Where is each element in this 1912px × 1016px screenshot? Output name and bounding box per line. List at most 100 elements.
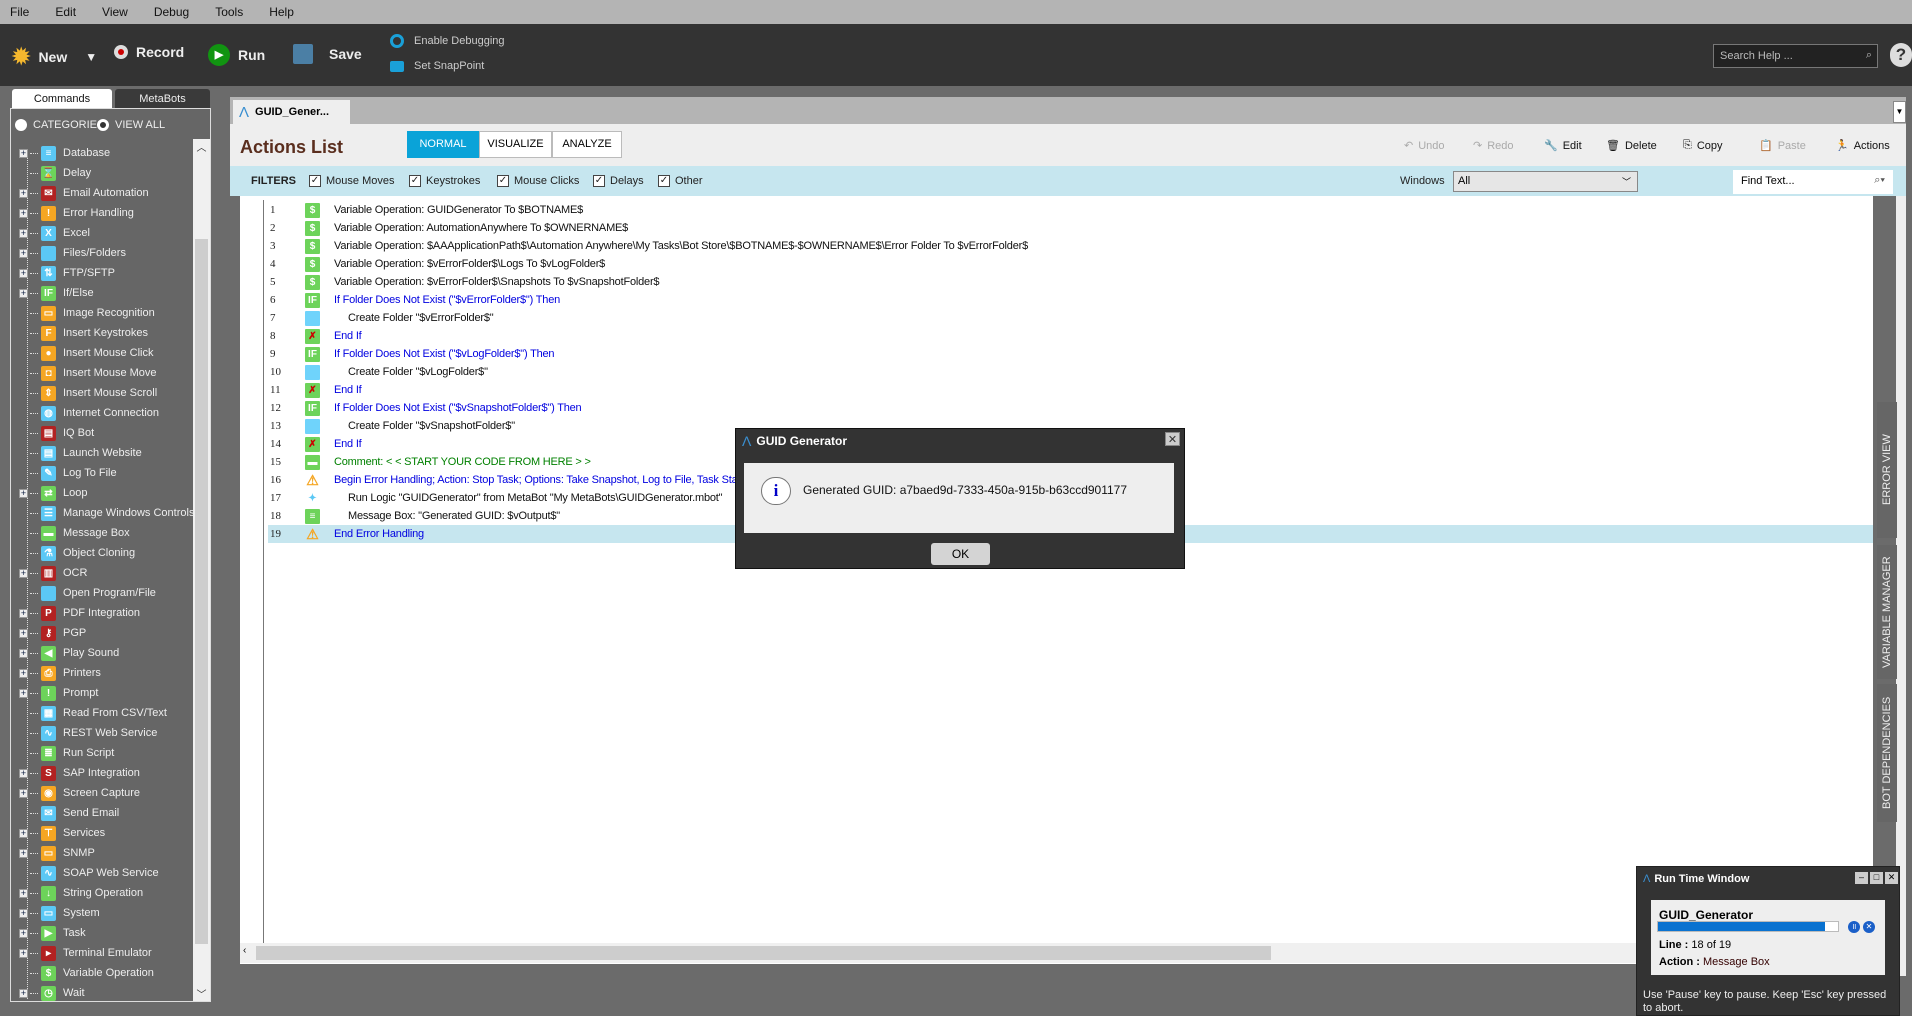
filter-checkbox[interactable]: ✓ Mouse Moves bbox=[309, 175, 394, 187]
category-item[interactable]: ☰ Manage Windows Controls bbox=[19, 503, 195, 523]
category-item[interactable]: + ◉ Screen Capture bbox=[19, 783, 195, 803]
category-item[interactable]: ⚗ Object Cloning bbox=[19, 543, 195, 563]
help-button[interactable]: ? bbox=[1890, 43, 1912, 67]
category-item[interactable]: + ≡ Database bbox=[19, 143, 195, 163]
category-item[interactable]: ▤ Launch Website bbox=[19, 443, 195, 463]
tab-metabots[interactable]: MetaBots bbox=[115, 89, 210, 109]
action-row[interactable]: 3 $ Variable Operation: $AAApplicationPath… bbox=[268, 237, 1873, 255]
mode-analyze[interactable]: ANALYZE bbox=[552, 131, 622, 158]
category-item[interactable]: ● Insert Mouse Click bbox=[19, 343, 195, 363]
expand-icon[interactable]: + bbox=[19, 948, 28, 958]
expand-icon[interactable]: + bbox=[19, 828, 28, 838]
expand-icon[interactable]: + bbox=[19, 288, 28, 298]
category-item[interactable]: +! Prompt bbox=[19, 683, 195, 703]
checkbox-checked-icon[interactable]: ✓ bbox=[309, 175, 321, 187]
action-row[interactable]: 1 $ Variable Operation: GUIDGenerator To $… bbox=[268, 201, 1873, 219]
expand-icon[interactable]: + bbox=[19, 628, 28, 638]
filter-checkbox[interactable]: ✓ Other bbox=[658, 175, 703, 187]
action-row[interactable]: 10 Create Folder "$vLogFolder$" bbox=[268, 363, 1873, 381]
category-item[interactable]: + ▶ Task bbox=[19, 923, 195, 943]
category-item[interactable]: + ⚷ PGP bbox=[19, 623, 195, 643]
scroll-up-icon[interactable]: ︿ bbox=[193, 139, 210, 154]
action-row[interactable]: 12 IF If Folder Does Not Exist ("$vSnapsho… bbox=[268, 399, 1873, 417]
action-row[interactable]: 5 $ Variable Operation: $vErrorFolder$\Sna… bbox=[268, 273, 1873, 291]
view-all-radio[interactable]: VIEW ALL bbox=[97, 119, 165, 131]
category-item[interactable]: $ Variable Operation bbox=[19, 963, 195, 983]
category-item[interactable]: ≣ Run Script bbox=[19, 743, 195, 763]
category-item[interactable]: + ↓ String Operation bbox=[19, 883, 195, 903]
maximize-button[interactable]: □ bbox=[1870, 872, 1883, 884]
tab-variable-manager[interactable]: VARIABLE MANAGER bbox=[1877, 545, 1897, 679]
category-item[interactable]: + ▭ System bbox=[19, 903, 195, 923]
run-button[interactable]: ▶ Run bbox=[208, 44, 265, 66]
ok-button[interactable]: OK bbox=[931, 543, 990, 565]
menu-edit[interactable]: Edit bbox=[55, 5, 76, 19]
tab-error-view[interactable]: ERROR VIEW bbox=[1877, 402, 1897, 538]
paste-button[interactable]: 📋 Paste bbox=[1759, 139, 1806, 153]
expand-icon[interactable]: + bbox=[19, 788, 28, 798]
expand-icon[interactable]: + bbox=[19, 608, 28, 618]
checkbox-checked-icon[interactable]: ✓ bbox=[593, 175, 605, 187]
category-item[interactable]: + Files/Folders bbox=[19, 243, 195, 263]
expand-icon[interactable]: + bbox=[19, 488, 28, 498]
expand-icon[interactable]: + bbox=[19, 668, 28, 678]
menu-help[interactable]: Help bbox=[269, 5, 294, 19]
category-item[interactable]: ▤ IQ Bot bbox=[19, 423, 195, 443]
expand-icon[interactable]: + bbox=[19, 148, 28, 158]
action-row[interactable]: 8 ✗ End If bbox=[268, 327, 1873, 345]
category-item[interactable]: + IF If/Else bbox=[19, 283, 195, 303]
expand-icon[interactable]: + bbox=[19, 268, 28, 278]
filter-checkbox[interactable]: ✓ Keystrokes bbox=[409, 175, 480, 187]
expand-icon[interactable]: + bbox=[19, 688, 28, 698]
record-button[interactable]: Record bbox=[114, 44, 184, 60]
category-item[interactable]: + ⊤ Services bbox=[19, 823, 195, 843]
close-button[interactable]: ✕ bbox=[1165, 432, 1180, 446]
category-item[interactable]: +! Error Handling bbox=[19, 203, 195, 223]
expand-icon[interactable]: + bbox=[19, 188, 28, 198]
category-item[interactable]: ◍ Internet Connection bbox=[19, 403, 195, 423]
edit-button[interactable]: 🔧 Edit bbox=[1544, 139, 1582, 153]
horizontal-scrollbar-thumb[interactable] bbox=[256, 946, 1271, 960]
action-row[interactable]: 11 ✗ End If bbox=[268, 381, 1873, 399]
tab-bot-dependencies[interactable]: BOT DEPENDENCIES bbox=[1877, 684, 1897, 822]
category-item[interactable]: + ▸ Terminal Emulator bbox=[19, 943, 195, 963]
expand-icon[interactable]: + bbox=[19, 248, 28, 258]
category-item[interactable]: + ⎙ Printers bbox=[19, 663, 195, 683]
action-row[interactable]: 2 $ Variable Operation: AutomationAnywhere… bbox=[268, 219, 1873, 237]
category-item[interactable]: + X Excel bbox=[19, 223, 195, 243]
category-item[interactable]: Open Program/File bbox=[19, 583, 195, 603]
undo-button[interactable]: ↶ Undo bbox=[1404, 139, 1445, 153]
minimize-button[interactable]: – bbox=[1855, 872, 1868, 884]
category-item[interactable]: ∿ REST Web Service bbox=[19, 723, 195, 743]
category-item[interactable]: ⇕ Insert Mouse Scroll bbox=[19, 383, 195, 403]
abort-button[interactable]: ✕ bbox=[1863, 921, 1875, 933]
enable-debugging-button[interactable]: Enable Debugging bbox=[390, 34, 505, 48]
expand-icon[interactable]: + bbox=[19, 208, 28, 218]
new-dropdown-icon[interactable]: ▼ bbox=[85, 50, 97, 64]
expand-icon[interactable]: + bbox=[19, 768, 28, 778]
tab-guid-generator[interactable]: Ʌ GUID_Gener... bbox=[233, 100, 350, 124]
category-item[interactable]: + ◀ Play Sound bbox=[19, 643, 195, 663]
action-row[interactable]: 6 IF If Folder Does Not Exist ("$vErrorFol… bbox=[268, 291, 1873, 309]
checkbox-checked-icon[interactable]: ✓ bbox=[409, 175, 421, 187]
expand-icon[interactable]: + bbox=[19, 228, 28, 238]
category-item[interactable]: + S SAP Integration bbox=[19, 763, 195, 783]
close-button[interactable]: ✕ bbox=[1885, 872, 1898, 884]
category-scrollbar-thumb[interactable] bbox=[195, 239, 208, 944]
set-snappoint-button[interactable]: Set SnapPoint bbox=[390, 60, 484, 72]
expand-icon[interactable]: + bbox=[19, 988, 28, 998]
expand-icon[interactable]: + bbox=[19, 888, 28, 898]
category-item[interactable]: F Insert Keystrokes bbox=[19, 323, 195, 343]
checkbox-checked-icon[interactable]: ✓ bbox=[658, 175, 670, 187]
save-button[interactable]: Save bbox=[293, 44, 362, 64]
category-item[interactable]: ⌛ Delay bbox=[19, 163, 195, 183]
category-item[interactable]: ▬ Message Box bbox=[19, 523, 195, 543]
category-item[interactable]: + ▥ OCR bbox=[19, 563, 195, 583]
category-item[interactable]: + ⇅ FTP/SFTP bbox=[19, 263, 195, 283]
category-item[interactable]: ∿ SOAP Web Service bbox=[19, 863, 195, 883]
menu-tools[interactable]: Tools bbox=[215, 5, 243, 19]
category-item[interactable]: ◘ Insert Mouse Move bbox=[19, 363, 195, 383]
action-row[interactable]: 7 Create Folder "$vErrorFolder$" bbox=[268, 309, 1873, 327]
delete-button[interactable]: 🗑 Delete bbox=[1606, 139, 1657, 153]
mode-normal[interactable]: NORMAL bbox=[407, 131, 479, 158]
